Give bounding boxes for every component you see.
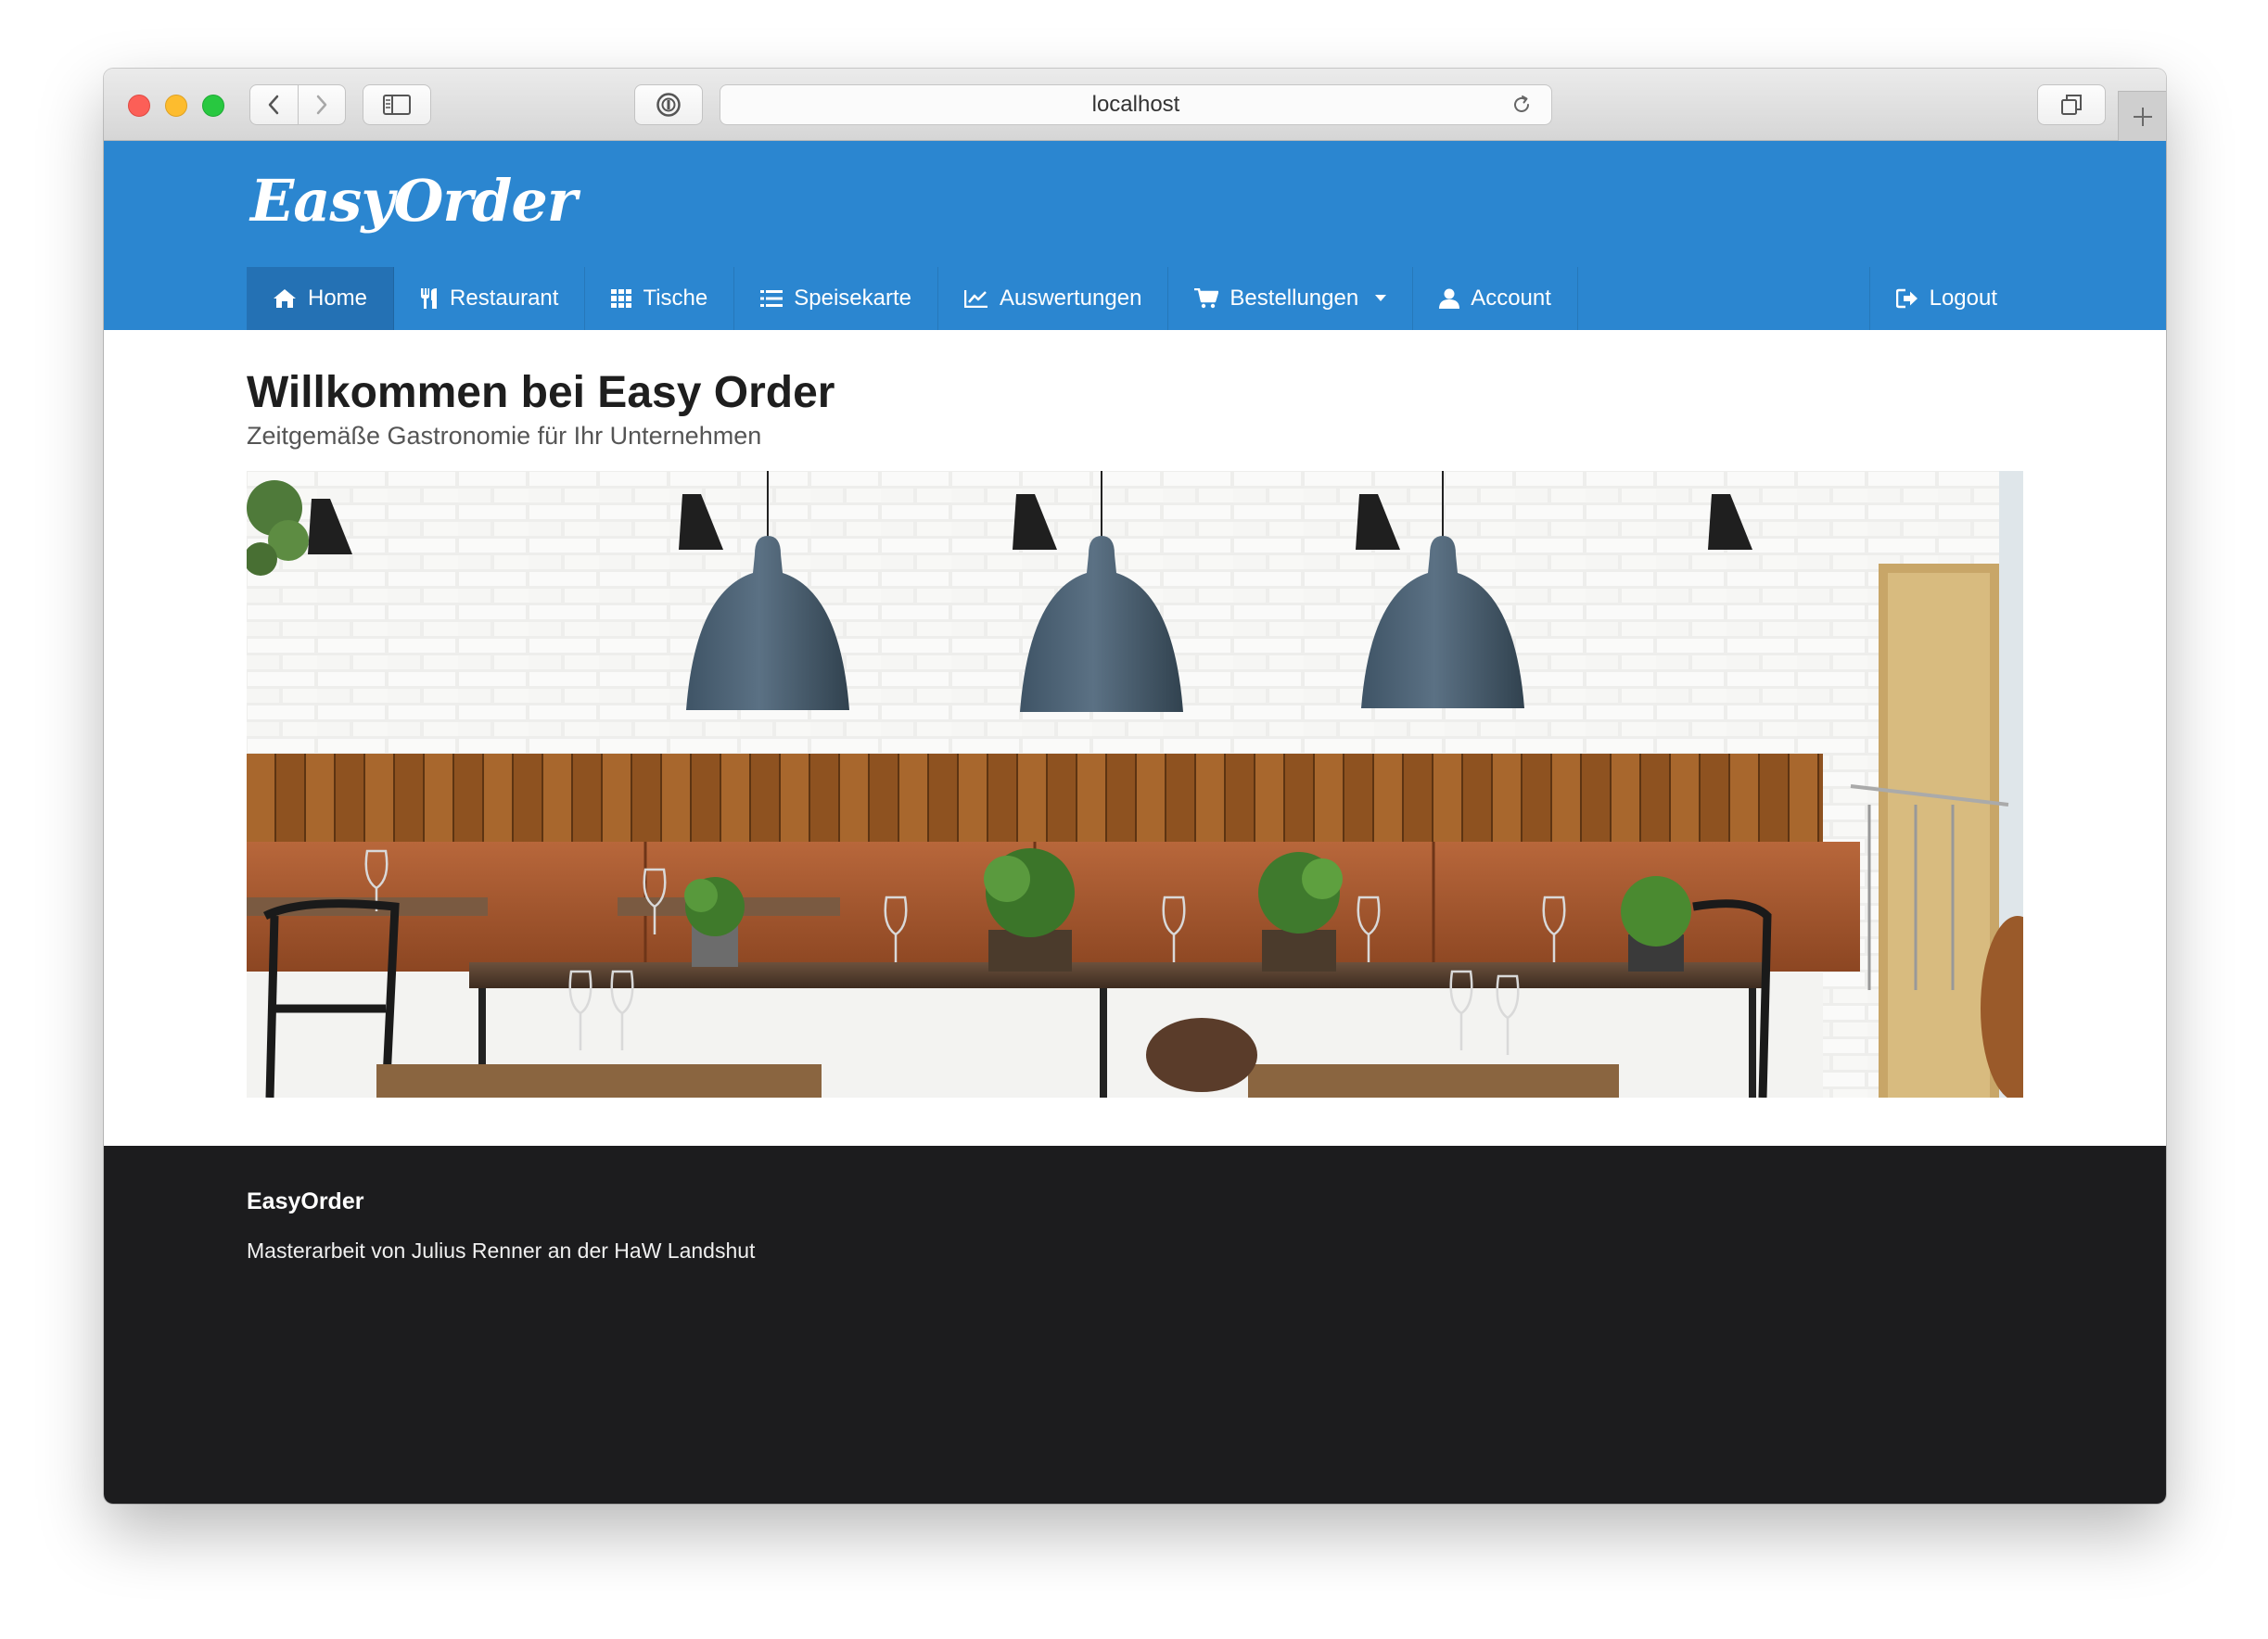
nav-label: Home	[308, 286, 368, 311]
nav-item-auswertungen[interactable]: Auswertungen	[938, 267, 1169, 330]
logout-icon	[1895, 288, 1918, 309]
sidebar-toggle-button[interactable]	[363, 84, 431, 125]
grid-icon	[611, 289, 632, 308]
browser-window: localhost EasyOrder Home Restaurant Tisc…	[104, 69, 2166, 1504]
main-navigation: Home Restaurant Tische Speisekarte Auswe…	[247, 267, 2023, 330]
address-bar[interactable]: localhost	[720, 84, 1552, 125]
footer-credit: Masterarbeit von Julius Renner an der Ha…	[247, 1239, 756, 1263]
minimize-window-button[interactable]	[165, 95, 187, 117]
nav-item-bestellungen[interactable]: Bestellungen	[1168, 267, 1414, 330]
nav-item-tische[interactable]: Tische	[585, 267, 735, 330]
caret-down-icon	[1375, 295, 1387, 301]
line-chart-icon	[963, 290, 987, 308]
nav-label: Logout	[1929, 286, 1997, 311]
nav-label: Bestellungen	[1230, 286, 1359, 311]
sidebar-icon	[383, 95, 411, 115]
list-icon	[760, 290, 784, 307]
main-content: Willkommen bei Easy Order Zeitgemäße Gas…	[247, 368, 2023, 1098]
site-footer: EasyOrder Masterarbeit von Julius Renner…	[104, 1146, 2166, 1504]
address-text: localhost	[1091, 92, 1180, 117]
nav-item-logout[interactable]: Logout	[1868, 267, 2023, 330]
tabs-overview-icon	[2061, 95, 2082, 115]
password-manager-icon	[656, 93, 681, 117]
nav-item-speisekarte[interactable]: Speisekarte	[734, 267, 938, 330]
nav-label: Speisekarte	[794, 286, 911, 311]
forward-button[interactable]	[297, 85, 345, 124]
show-tabs-button[interactable]	[2037, 84, 2106, 125]
chevron-right-icon	[316, 95, 327, 115]
nav-label: Auswertungen	[999, 286, 1142, 311]
page-subtitle: Zeitgemäße Gastronomie für Ihr Unternehm…	[247, 421, 762, 450]
reload-icon[interactable]	[1510, 94, 1533, 116]
user-icon	[1439, 288, 1460, 309]
restaurant-photo	[247, 471, 2023, 1098]
close-window-button[interactable]	[128, 95, 150, 117]
new-tab-button[interactable]	[2118, 91, 2166, 141]
plus-icon	[2133, 107, 2152, 126]
web-page: EasyOrder Home Restaurant Tische Speisek…	[104, 141, 2166, 1504]
home-icon	[274, 289, 296, 308]
nav-item-account[interactable]: Account	[1413, 267, 1578, 330]
back-button[interactable]	[250, 85, 298, 124]
history-nav	[249, 84, 346, 125]
nav-item-home[interactable]: Home	[247, 267, 395, 330]
site-header: EasyOrder Home Restaurant Tische Speisek…	[104, 141, 2166, 330]
cart-icon	[1194, 288, 1219, 309]
nav-label: Tische	[643, 286, 708, 311]
site-logo[interactable]: EasyOrder	[250, 167, 577, 235]
footer-brand: EasyOrder	[247, 1188, 364, 1214]
nav-item-restaurant[interactable]: Restaurant	[394, 267, 586, 330]
browser-toolbar: localhost	[104, 69, 2166, 141]
nav-label: Restaurant	[450, 286, 559, 311]
zoom-window-button[interactable]	[202, 95, 224, 117]
nav-label: Account	[1471, 286, 1551, 311]
chevron-left-icon	[269, 95, 279, 115]
restaurant-hero-image	[247, 471, 2023, 1098]
page-title: Willkommen bei Easy Order	[247, 368, 835, 417]
utensils-icon	[421, 288, 438, 309]
password-manager-button[interactable]	[634, 84, 703, 125]
